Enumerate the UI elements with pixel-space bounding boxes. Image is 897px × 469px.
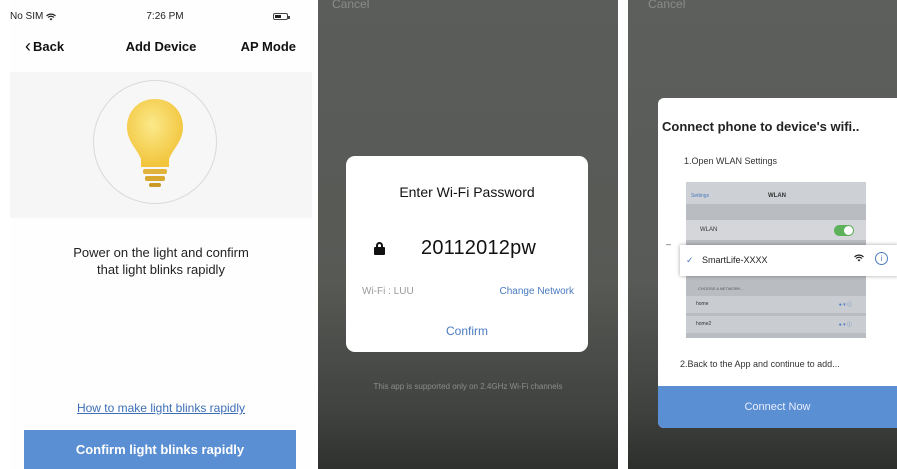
info-icon[interactable]: i [875, 252, 888, 265]
mock-title: WLAN [768, 193, 786, 199]
lock-wifi-info-icon: ● ▾ ⓘ [838, 322, 852, 328]
dialog-title: Enter Wi-Fi Password [399, 184, 535, 200]
nav-bar: ‹ Back Add Device AP Mode [10, 36, 312, 58]
card-title: Connect phone to device's wifi.. [662, 119, 860, 134]
back-label: Back [33, 39, 65, 54]
mock-network-name: home [696, 301, 709, 307]
mock-network-row: home2 ● ▾ ⓘ [686, 316, 866, 333]
connect-wifi-card: Connect phone to device's wifi.. 1.Open … [658, 98, 897, 428]
wifi-channel-note: This app is supported only on 2.4GHz Wi-… [373, 382, 563, 391]
back-button[interactable]: ‹ Back [25, 35, 65, 56]
lock-icon [374, 242, 385, 255]
connect-device-wifi-screen: Cancel Connect phone to device's wifi.. … [628, 0, 897, 469]
step-1-text: 1.Open WLAN Settings [684, 156, 778, 166]
chevron-left-icon: ‹ [25, 35, 31, 56]
carrier-label: No SIM [10, 11, 44, 22]
carrier-status: No SIM [10, 11, 57, 22]
how-to-blink-link[interactable]: How to make light blinks rapidly [10, 401, 312, 415]
instruction-line-1: Power on the light and confirm [73, 245, 249, 260]
instruction-line-2: that light blinks rapidly [97, 262, 225, 277]
step-2-text: 2.Back to the App and continue to add... [680, 359, 840, 369]
mock-back-label: Settings [691, 193, 710, 199]
wifi-icon [854, 254, 864, 265]
wifi-name-label: Wi-Fi : LUU [362, 286, 414, 297]
confirm-button[interactable]: Confirm [346, 324, 588, 338]
status-bar: No SIM 7:26 PM [10, 8, 312, 24]
cancel-button[interactable]: Cancel [332, 0, 369, 11]
wlan-toggle [834, 225, 854, 236]
cancel-button[interactable]: Cancel [648, 0, 685, 11]
mock-network-name: home2 [696, 321, 712, 327]
mock-wlan-row: WLAN [686, 220, 866, 240]
connect-now-button[interactable]: Connect Now [658, 386, 897, 428]
lock-wifi-info-icon: ● ▾ ⓘ [838, 302, 852, 308]
pointer-dash: – [666, 239, 672, 249]
add-device-screen: No SIM 7:26 PM ‹ Back Add Device AP Mode [10, 0, 312, 469]
page-title: Add Device [125, 39, 197, 54]
status-time: 7:26 PM [146, 11, 184, 22]
smartlife-network-row[interactable]: ✓ SmartLife-XXXX i [680, 245, 897, 276]
light-bulb-icon [127, 99, 183, 187]
mock-choose-label: CHOOSE A NETWORK... [698, 286, 744, 291]
instruction-text: Power on the light and confirm that ligh… [30, 244, 292, 278]
ap-mode-button[interactable]: AP Mode [241, 39, 296, 54]
checkmark-icon: ✓ [686, 255, 694, 265]
password-field[interactable]: 20112012pw [374, 237, 536, 260]
change-network-link[interactable]: Change Network [500, 286, 574, 297]
wifi-password-dialog: Enter Wi-Fi Password 20112012pw Wi-Fi : … [346, 156, 588, 352]
confirm-blink-button[interactable]: Confirm light blinks rapidly [24, 430, 296, 469]
smartlife-network-name: SmartLife-XXXX [702, 255, 768, 265]
battery-icon [273, 13, 290, 20]
wifi-icon [46, 13, 57, 20]
mock-wlan-label: WLAN [700, 227, 718, 233]
mock-nav-bar: Settings WLAN [686, 182, 866, 204]
light-illustration [10, 72, 312, 218]
mock-network-row: home ● ▾ ⓘ [686, 296, 866, 313]
wifi-password-screen: Cancel Enter Wi-Fi Password 20112012pw W… [318, 0, 618, 469]
password-value: 20112012pw [421, 237, 537, 259]
